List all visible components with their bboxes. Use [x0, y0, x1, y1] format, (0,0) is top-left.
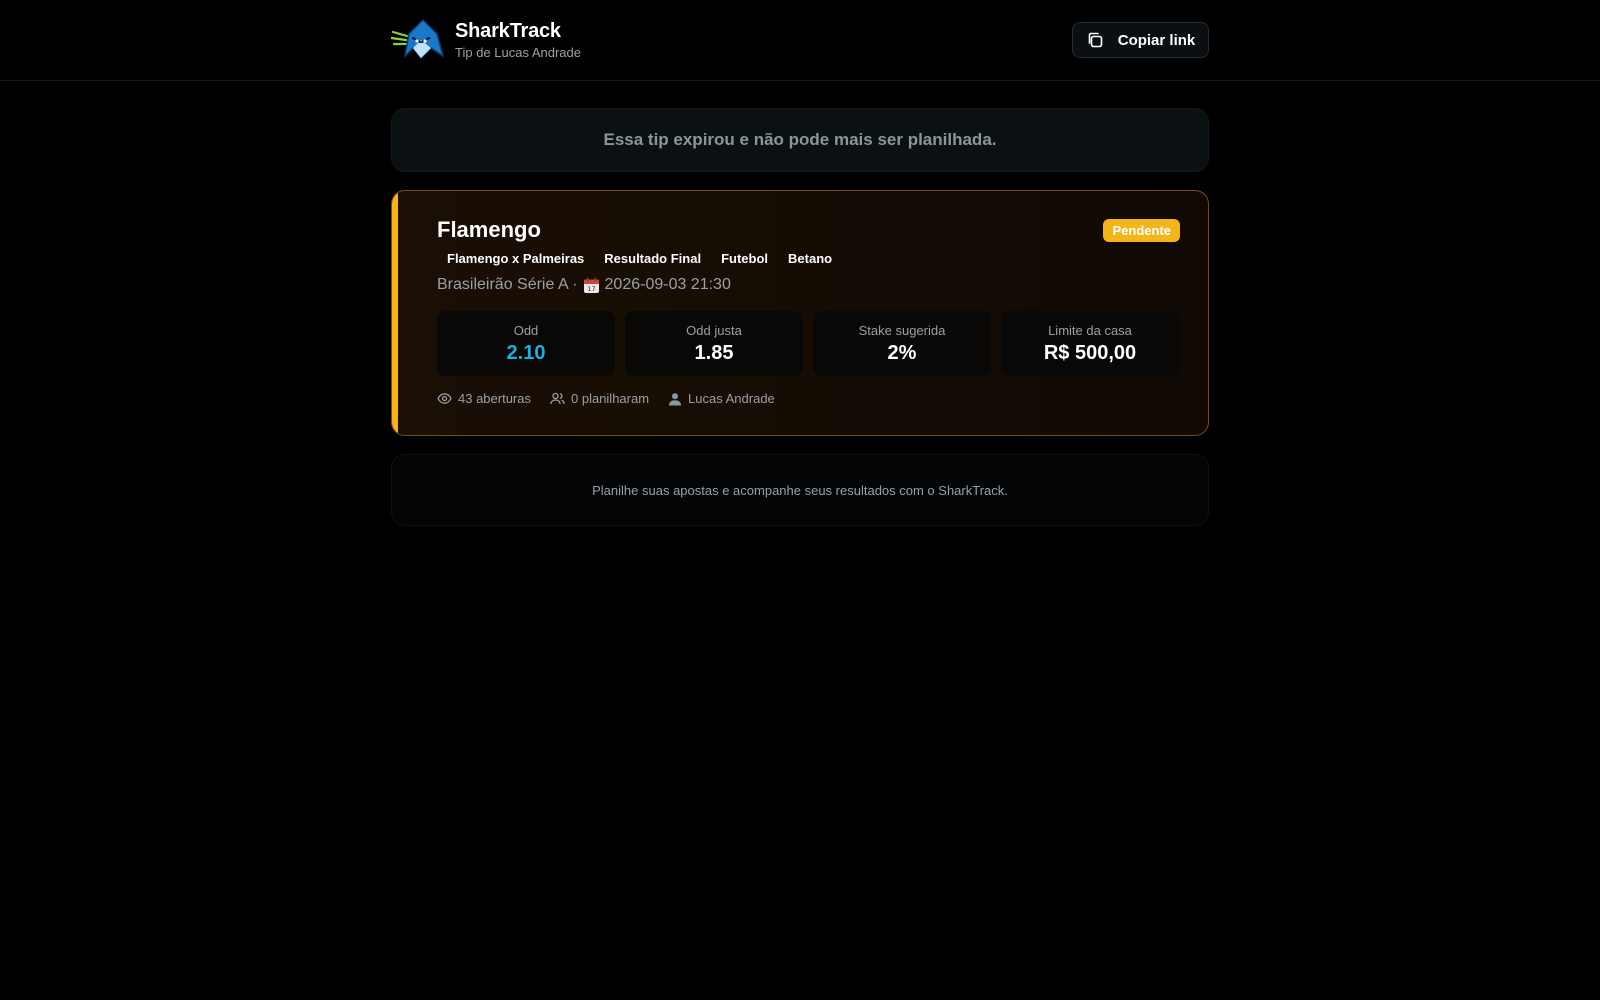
shark-logo-icon: [391, 18, 445, 60]
eye-icon: [437, 393, 452, 404]
tip-author-name: Lucas Andrade: [688, 391, 775, 406]
tip-author: Lucas Andrade: [668, 391, 775, 406]
tip-card: Flamengo Pendente Flamengo x Palmeiras R…: [391, 190, 1209, 436]
status-badge: Pendente: [1103, 219, 1180, 242]
stat-house-limit-label: Limite da casa: [1048, 322, 1132, 338]
expired-notice: Essa tip expirou e não pode mais ser pla…: [391, 108, 1209, 172]
copy-icon: [1088, 32, 1103, 48]
top-bar: SharkTrack Tip de Lucas Andrade Copiar l…: [0, 0, 1600, 81]
stat-odd-label: Odd: [513, 322, 539, 338]
tracked-count: 0 planilharam: [550, 391, 649, 406]
tip-tags: Flamengo x Palmeiras Resultado Final Fut…: [437, 251, 842, 266]
expired-notice-text: Essa tip expirou e não pode mais ser pla…: [603, 130, 997, 149]
opens-count: 43 aberturas: [437, 391, 531, 406]
brand-subtitle: Tip de Lucas Andrade: [455, 45, 581, 60]
stat-odd: Odd 2.10: [437, 311, 615, 376]
tag-market: Resultado Final: [604, 251, 702, 266]
tracked-count-text: 0 planilharam: [571, 391, 650, 406]
stat-house-limit: Limite da casa R$ 500,00: [1001, 311, 1179, 376]
users-icon: [550, 392, 565, 405]
tip-meta: Brasileirão Série A · 17 2026-09-03 21:3…: [437, 276, 731, 294]
copy-link-label: Copiar link: [1117, 31, 1196, 49]
stat-odd-value: 2.10: [506, 341, 546, 364]
tip-title: Flamengo: [437, 217, 541, 242]
stat-fair-odd-label: Odd justa: [686, 322, 742, 338]
stat-stake-value: 2%: [887, 341, 917, 364]
tip-footer-meta: 43 aberturas 0 planilharam Lucas Andrade: [437, 391, 775, 406]
league-name: Brasileirão Série A ·: [437, 276, 578, 293]
person-icon: [669, 392, 682, 405]
stat-house-limit-value: R$ 500,00: [1043, 341, 1137, 364]
stat-stake: Stake sugerida 2%: [813, 311, 991, 376]
match-datetime: 2026-09-03 21:30: [604, 276, 731, 293]
brand[interactable]: SharkTrack Tip de Lucas Andrade: [391, 18, 581, 62]
stat-stake-label: Stake sugerida: [858, 322, 946, 338]
copy-link-button[interactable]: Copiar link: [1072, 22, 1209, 58]
tag-bookmaker: Betano: [788, 251, 833, 266]
stat-fair-odd-value: 1.85: [694, 341, 734, 364]
tip-stats: Odd 2.10 Odd justa 1.85 Stake sugerida 2…: [437, 311, 1179, 376]
promo-banner: Planilhe suas apostas e acompanhe seus r…: [391, 454, 1209, 526]
tip-accent-bar: [392, 191, 398, 435]
svg-text:17: 17: [587, 285, 595, 293]
tag-match: Flamengo x Palmeiras: [447, 251, 585, 266]
tag-sport: Futebol: [721, 251, 769, 266]
promo-text: Planilhe suas apostas e acompanhe seus r…: [592, 482, 1008, 498]
stat-fair-odd: Odd justa 1.85: [625, 311, 803, 376]
brand-name: SharkTrack: [455, 20, 561, 42]
calendar-icon: 17: [583, 277, 599, 293]
opens-count-text: 43 aberturas: [458, 391, 531, 406]
